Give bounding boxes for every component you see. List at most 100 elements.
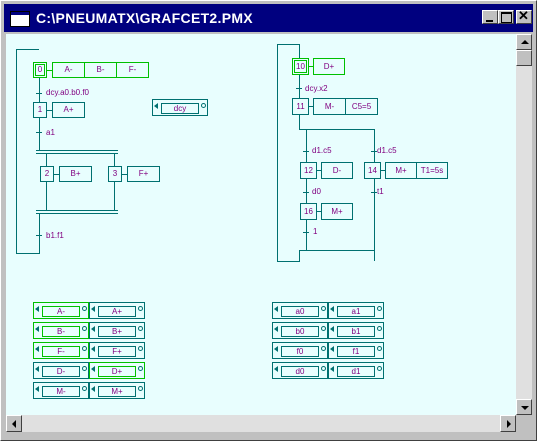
output-button-0-1[interactable]: A+ <box>89 302 145 319</box>
output-button-4-1[interactable]: M+ <box>89 382 145 399</box>
sensor-button-1-1[interactable]: b1 <box>328 322 384 339</box>
transition-16[interactable] <box>303 232 309 233</box>
output-button-4-0[interactable]: M- <box>33 382 89 399</box>
transition-11a[interactable] <box>303 151 309 152</box>
scroll-right-button[interactable] <box>500 415 516 432</box>
condition-C5[interactable]: C5=5 <box>345 98 378 115</box>
left-arrow-icon <box>35 326 39 332</box>
transition-0[interactable] <box>36 93 42 94</box>
transition-10[interactable] <box>296 88 302 89</box>
step-16[interactable]: 16 <box>300 203 317 220</box>
vertical-scrollbar[interactable] <box>516 34 532 415</box>
scrollbar-corner <box>516 415 532 432</box>
circle-icon <box>82 326 87 331</box>
sensor-button-2-1-label: f1 <box>337 346 375 357</box>
scroll-up-button[interactable] <box>516 34 532 50</box>
output-button-2-0[interactable]: F- <box>33 342 89 359</box>
left-arrow-icon <box>91 366 95 372</box>
action-M-plus-16[interactable]: M+ <box>321 203 353 220</box>
circle-icon <box>321 346 326 351</box>
divergence-bar <box>36 153 118 154</box>
transition-16-label: 1 <box>313 227 318 236</box>
output-button-4-0-label: M- <box>42 386 80 397</box>
step-2[interactable]: 2 <box>40 166 54 182</box>
scroll-down-button[interactable] <box>516 399 532 415</box>
sensor-button-1-0[interactable]: b0 <box>272 322 328 339</box>
step-12[interactable]: 12 <box>300 162 317 179</box>
action-D-plus[interactable]: D+ <box>313 58 345 75</box>
loop-line <box>16 253 39 254</box>
dcy-button[interactable]: dcy <box>152 99 208 116</box>
circle-icon <box>138 366 143 371</box>
action-A-minus[interactable]: A- <box>52 62 85 78</box>
sensor-button-0-0[interactable]: a0 <box>272 302 328 319</box>
link-line <box>299 115 300 129</box>
circle-icon <box>201 103 206 108</box>
arrow-left-icon <box>12 420 16 428</box>
link-line <box>299 44 300 58</box>
step-11[interactable]: 11 <box>292 98 309 115</box>
left-arrow-icon <box>274 306 278 312</box>
action-B-minus[interactable]: B- <box>84 62 117 78</box>
title-bar[interactable]: C:\PNEUMATX\GRAFCET2.PMX ✕ <box>4 4 533 32</box>
transition-11a-label: d1.c5 <box>312 146 332 155</box>
window-icon[interactable] <box>10 11 30 27</box>
circle-icon <box>82 306 87 311</box>
transition-1-label: a1 <box>46 128 55 137</box>
transition-end[interactable] <box>36 235 42 236</box>
close-button[interactable]: ✕ <box>516 9 532 24</box>
circle-icon <box>82 366 87 371</box>
condition-T1[interactable]: T1=5s <box>416 162 448 179</box>
minimize-icon <box>486 20 493 22</box>
output-button-0-0[interactable]: A- <box>33 302 89 319</box>
left-arrow-icon <box>154 103 158 109</box>
transition-12[interactable] <box>303 192 309 193</box>
step-1[interactable]: 1 <box>33 102 47 118</box>
initial-step-10[interactable]: 10 <box>292 58 309 75</box>
scroll-left-button[interactable] <box>6 415 22 432</box>
action-A-plus[interactable]: A+ <box>52 102 85 118</box>
circle-icon <box>321 326 326 331</box>
output-button-1-1[interactable]: B+ <box>89 322 145 339</box>
step-3[interactable]: 3 <box>108 166 122 182</box>
output-button-3-1-label: D+ <box>98 366 136 377</box>
link-line <box>46 182 47 210</box>
horizontal-scrollbar[interactable] <box>6 415 516 432</box>
action-M-plus[interactable]: M+ <box>385 162 417 179</box>
vertical-scroll-thumb[interactable] <box>516 50 532 66</box>
sensor-button-3-0-label: d0 <box>281 366 319 377</box>
sensor-button-3-1[interactable]: d1 <box>328 362 384 379</box>
link-line <box>306 179 307 203</box>
initial-step-0[interactable]: 0 <box>33 62 47 78</box>
left-arrow-icon <box>35 346 39 352</box>
transition-1[interactable] <box>36 132 42 133</box>
action-M-minus[interactable]: M- <box>313 98 346 115</box>
link-line <box>114 154 115 166</box>
step-14[interactable]: 14 <box>364 162 381 179</box>
convergence-bar <box>36 210 118 211</box>
output-button-1-0[interactable]: B- <box>33 322 89 339</box>
left-arrow-icon <box>91 326 95 332</box>
arrow-right-icon <box>507 420 511 428</box>
output-button-2-1[interactable]: F+ <box>89 342 145 359</box>
circle-icon <box>82 346 87 351</box>
maximize-button[interactable] <box>498 10 514 24</box>
minimize-button[interactable] <box>482 10 498 24</box>
sensor-button-2-0[interactable]: f0 <box>272 342 328 359</box>
action-F-minus[interactable]: F- <box>116 62 149 78</box>
circle-icon <box>138 306 143 311</box>
action-F-plus[interactable]: F+ <box>127 166 160 182</box>
grafcet-canvas[interactable]: 0 A- B- F- dcy.a0.b0.f0 1 A+ a1 2 B+ 3 F… <box>6 34 516 415</box>
sensor-button-0-1[interactable]: a1 <box>328 302 384 319</box>
left-arrow-icon <box>35 306 39 312</box>
link-line <box>46 154 47 166</box>
action-D-minus[interactable]: D- <box>321 162 353 179</box>
sensor-button-3-0[interactable]: d0 <box>272 362 328 379</box>
action-B-plus[interactable]: B+ <box>59 166 92 182</box>
output-button-3-0[interactable]: D- <box>33 362 89 379</box>
convergence-bar <box>36 213 118 214</box>
output-button-3-1[interactable]: D+ <box>89 362 145 379</box>
output-button-1-0-label: B- <box>42 326 80 337</box>
sensor-button-2-1[interactable]: f1 <box>328 342 384 359</box>
sensor-button-3-1-label: d1 <box>337 366 375 377</box>
